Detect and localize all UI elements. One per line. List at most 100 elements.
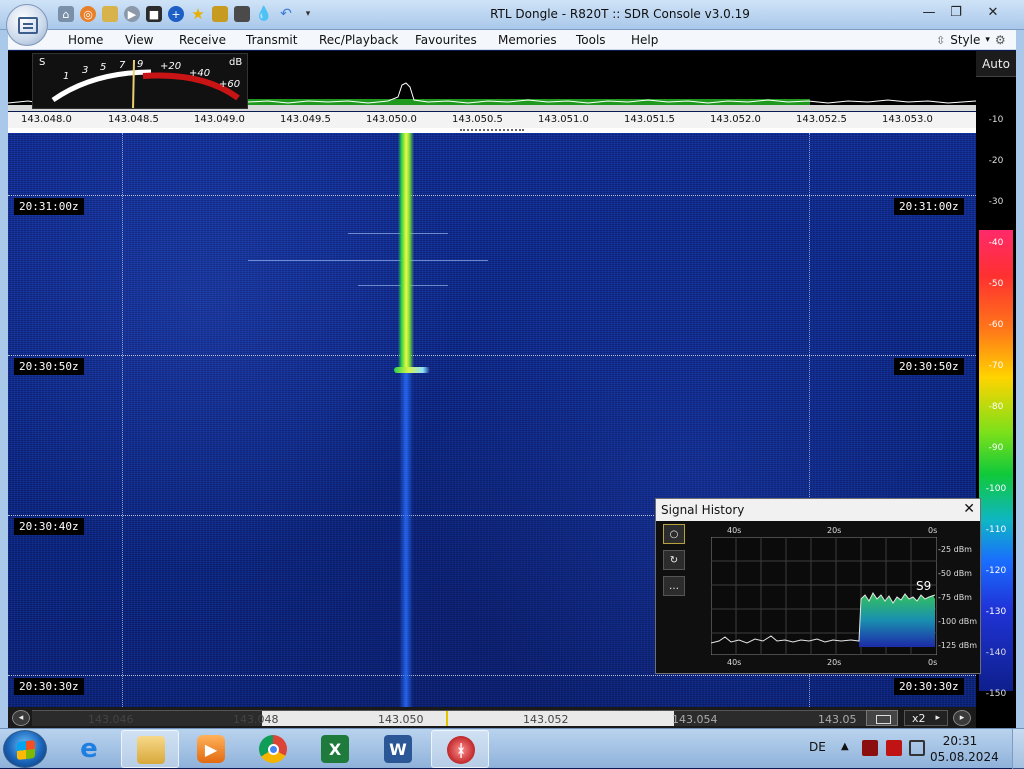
zoom-label: x2 <box>911 711 926 725</box>
taskbar-internet-explorer[interactable]: e <box>60 730 118 768</box>
level-scale[interactable]: Auto -10 -20 -30 -40 -50 -60 -70 -80 -90… <box>976 51 1016 707</box>
app-menu-button[interactable] <box>6 4 48 46</box>
time-label-right: 20:30:50z <box>894 358 964 375</box>
signal-history-record-button[interactable]: ○ <box>663 524 685 544</box>
db-tick: -110 <box>985 525 1007 535</box>
spectrum-display[interactable]: S 1 3 5 7 9 +20 +40 +60 dB <box>8 51 976 111</box>
network-icon[interactable] <box>909 740 925 756</box>
maximize-button[interactable]: ❐ <box>943 2 969 22</box>
style-menu[interactable]: ⇳ Style ▾ ⚙ <box>936 31 1006 49</box>
db-tick: -10 <box>988 115 1004 125</box>
start-button[interactable] <box>3 730 47 768</box>
auto-level-button[interactable]: Auto <box>976 51 1016 77</box>
db-tick: -130 <box>985 607 1007 617</box>
add-icon[interactable]: + <box>168 6 184 22</box>
media-player-icon: ▶ <box>197 735 225 763</box>
history-bottom-tick: 20s <box>827 658 842 667</box>
taskbar-sdr-console[interactable]: ᚼ <box>431 730 489 768</box>
menu-view[interactable]: View <box>125 33 153 47</box>
dropdown-icon[interactable]: ▾ <box>300 6 316 22</box>
language-indicator[interactable]: DE <box>809 740 826 754</box>
time-label-left: 20:30:50z <box>14 358 84 375</box>
taskbar-media-player[interactable]: ▶ <box>182 730 240 768</box>
menu-memories[interactable]: Memories <box>498 33 557 47</box>
keyboard-icon[interactable] <box>866 710 898 726</box>
star-icon[interactable]: ★ <box>190 5 206 23</box>
freq-tick: 143.052.5 <box>796 114 847 125</box>
menu-help[interactable]: Help <box>631 33 658 47</box>
show-hidden-icons-button[interactable]: ▲ <box>841 741 849 752</box>
menu-home[interactable]: Home <box>68 33 103 47</box>
window-titlebar[interactable]: ⌂ ◎ ▶ ■ + ★ 💧 ↶ ▾ RTL Dongle - R820T :: … <box>0 0 1024 30</box>
chrome-icon <box>259 735 287 763</box>
db-tick: -50 <box>988 279 1004 289</box>
s-scale-5: 5 <box>100 62 107 73</box>
signal-history-more-button[interactable]: … <box>663 576 685 596</box>
s-scale-1: 1 <box>63 71 70 82</box>
close-button[interactable]: ✕ <box>980 2 1006 22</box>
freq-tick: 143.052.0 <box>710 114 761 125</box>
frequency-track[interactable]: 143.046 143.048 143.050 143.052 143.054 … <box>32 710 872 726</box>
waterfall-hgrid <box>8 195 976 196</box>
history-top-tick: 0s <box>928 526 938 535</box>
quick-access-toolbar: ⌂ ◎ ▶ ■ + ★ 💧 ↶ ▾ <box>58 5 316 23</box>
signal-history-header[interactable]: Signal History ✕ <box>656 499 980 521</box>
scroll-left-button[interactable]: ◂ <box>12 710 30 726</box>
signal-history-close-button[interactable]: ✕ <box>963 501 975 517</box>
lock-icon[interactable] <box>212 6 228 22</box>
scroll-right-button[interactable]: ▸ <box>953 710 971 726</box>
s-meter: S 1 3 5 7 9 +20 +40 +60 dB <box>32 53 248 109</box>
db-tick: -30 <box>988 197 1004 207</box>
band-freq-label: 143.048 <box>233 713 279 726</box>
history-bottom-tick: 40s <box>727 658 742 667</box>
level-colorbar <box>979 230 1013 691</box>
visible-range[interactable] <box>262 711 674 726</box>
splitter-grip <box>460 129 524 131</box>
signal-history-title: Signal History <box>661 503 745 517</box>
folder-icon[interactable] <box>102 6 118 22</box>
taskbar-file-explorer[interactable] <box>121 730 179 768</box>
signal-history-panel[interactable]: Signal History ✕ ○ ↻ … 40s 20s 0s S9 -25… <box>655 498 981 674</box>
camera-icon[interactable] <box>234 6 250 22</box>
stop-icon[interactable]: ■ <box>146 6 162 22</box>
minimize-button[interactable]: — <box>916 2 942 22</box>
menu-tools[interactable]: Tools <box>576 33 606 47</box>
frequency-scroll-bar[interactable]: ◂ 143.046 143.048 143.050 143.052 143.05… <box>8 707 976 728</box>
drop-icon[interactable]: 💧 <box>255 6 272 22</box>
db-tick: -120 <box>985 566 1007 576</box>
settings-icon[interactable]: ⚙ <box>995 33 1006 47</box>
menu-transmit[interactable]: Transmit <box>246 33 297 47</box>
s-scale-3: 3 <box>82 65 89 76</box>
time-label-left: 20:30:30z <box>14 678 84 695</box>
undo-icon[interactable]: ↶ <box>278 6 294 22</box>
band-freq-label: 143.046 <box>88 713 134 726</box>
db-label: dB <box>229 57 243 68</box>
menu-receive[interactable]: Receive <box>179 33 226 47</box>
signal-trace-weak <box>399 373 413 707</box>
s-meter-needle <box>132 59 135 108</box>
taskbar-chrome[interactable] <box>244 730 302 768</box>
show-desktop-button[interactable] <box>1012 729 1024 769</box>
play-icon[interactable]: ▶ <box>124 6 140 22</box>
word-icon: W <box>384 735 412 763</box>
chevron-down-icon: ▾ <box>985 35 990 45</box>
excel-icon: X <box>321 735 349 763</box>
signal-history-reset-button[interactable]: ↻ <box>663 550 685 570</box>
lifebuoy-icon[interactable]: ◎ <box>80 6 96 22</box>
taskbar-excel[interactable]: X <box>306 730 364 768</box>
freq-tick: 143.053.0 <box>882 114 933 125</box>
freq-tick: 143.048.0 <box>21 114 72 125</box>
tray-flag-icon[interactable] <box>886 740 902 756</box>
window-right-frame <box>1016 30 1024 728</box>
home-icon[interactable]: ⌂ <box>58 6 74 22</box>
taskbar-word[interactable]: W <box>369 730 427 768</box>
chrome-center-icon <box>267 743 279 755</box>
menu-rec-playback[interactable]: Rec/Playback <box>319 33 398 47</box>
zoom-selector[interactable]: x2 ▸ <box>904 710 948 726</box>
tray-app-icon[interactable] <box>862 740 878 756</box>
clock-date[interactable]: 05.08.2024 <box>930 750 999 764</box>
frequency-axis[interactable]: 143.048.0 143.048.5 143.049.0 143.049.5 … <box>8 112 976 128</box>
waterfall-hgrid <box>8 355 976 356</box>
menu-favourites[interactable]: Favourites <box>415 33 477 47</box>
clock-time[interactable]: 20:31 <box>930 734 990 748</box>
